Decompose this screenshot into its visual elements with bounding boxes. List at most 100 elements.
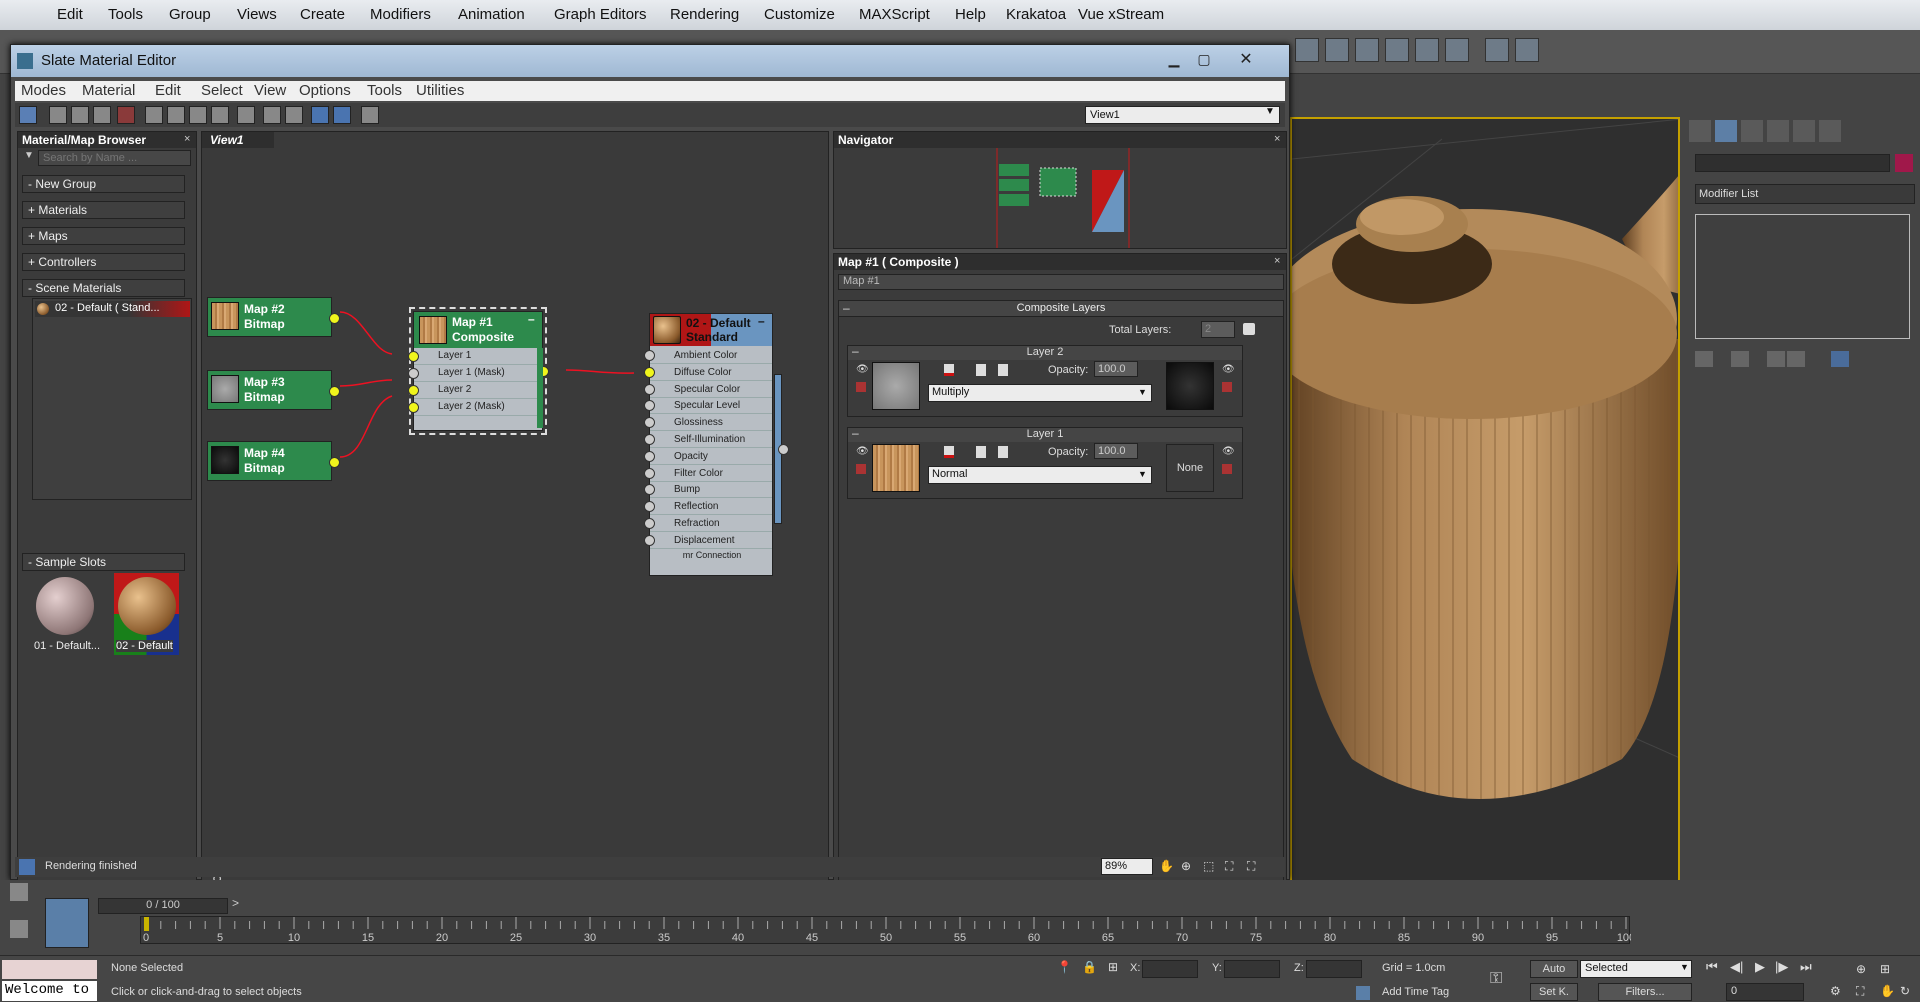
modifier-stack[interactable] bbox=[1695, 214, 1910, 339]
set-key-button[interactable]: Set K. bbox=[1530, 983, 1578, 1001]
put-to-scene-icon[interactable] bbox=[71, 106, 89, 124]
next-frame-icon[interactable]: > bbox=[232, 896, 239, 910]
object-name-field[interactable] bbox=[1695, 154, 1890, 172]
slot-layer1-mask[interactable]: Layer 1 (Mask) bbox=[414, 365, 542, 382]
group-scene-materials[interactable]: - Scene Materials bbox=[22, 279, 185, 297]
group-maps[interactable]: + Maps bbox=[22, 227, 185, 245]
blend-mode-dropdown[interactable]: Normal bbox=[928, 466, 1152, 484]
node-composite[interactable]: Map #1 Composite – Layer 1 Layer 1 (Mask… bbox=[408, 307, 549, 435]
slot-glossiness[interactable]: Glossiness bbox=[644, 415, 772, 432]
slot-layer1[interactable]: Layer 1 bbox=[414, 348, 542, 365]
menu-edit[interactable]: Edit bbox=[57, 6, 83, 23]
show-end-result-icon[interactable] bbox=[1731, 351, 1749, 367]
collapse-icon[interactable]: – bbox=[758, 314, 765, 328]
node-map2[interactable]: Map #2 Bitmap bbox=[207, 297, 340, 337]
menu-utilities[interactable]: Utilities bbox=[416, 82, 464, 99]
parameter-editor-icon[interactable] bbox=[333, 106, 351, 124]
zoom-icon[interactable]: ⊕ bbox=[1856, 962, 1866, 976]
window-titlebar[interactable]: Slate Material Editor ▁ ▢ ✕ bbox=[11, 45, 1289, 77]
close-icon[interactable]: ✕ bbox=[1226, 49, 1266, 69]
display-tab-icon[interactable] bbox=[1793, 120, 1815, 142]
menu-krakatoa[interactable]: Krakatoa bbox=[1006, 6, 1066, 23]
group-controllers[interactable]: + Controllers bbox=[22, 253, 185, 271]
pick-material-icon[interactable] bbox=[49, 106, 67, 124]
copy-layer-icon[interactable] bbox=[976, 446, 986, 458]
key-filters-button[interactable]: Filters... bbox=[1598, 983, 1692, 1001]
zoom-dropdown[interactable]: 89% bbox=[1101, 858, 1153, 875]
fence-select-icon[interactable] bbox=[1355, 38, 1379, 62]
output-socket[interactable] bbox=[329, 386, 340, 397]
checker-background-icon[interactable] bbox=[189, 106, 207, 124]
field-of-view-icon[interactable]: ⛶ bbox=[1856, 984, 1864, 999]
view-selector-dropdown[interactable]: View1 bbox=[1085, 106, 1280, 124]
minimize-icon[interactable]: ▁ bbox=[1161, 51, 1187, 69]
menu-material[interactable]: Material bbox=[82, 82, 135, 99]
menu-vue-xstream[interactable]: Vue xStream bbox=[1078, 6, 1164, 23]
slot-refraction[interactable]: Refraction bbox=[644, 516, 772, 532]
sample-slot[interactable]: 02 - Default bbox=[114, 573, 179, 655]
slot-bump[interactable]: Bump bbox=[644, 482, 772, 499]
key-icon[interactable]: ⚿ bbox=[1490, 970, 1502, 988]
blend-mode-dropdown[interactable]: Multiply bbox=[928, 384, 1152, 402]
mask-visibility-icon[interactable]: 👁 bbox=[1222, 446, 1235, 457]
orbit-icon[interactable]: ↻ bbox=[1900, 984, 1910, 998]
menu-maxscript[interactable]: MAXScript bbox=[859, 6, 930, 23]
list-item[interactable]: 02 - Default ( Stand... bbox=[35, 301, 190, 317]
slot-diffuse-color[interactable]: Diffuse Color bbox=[644, 365, 772, 381]
x-coordinate-field[interactable] bbox=[1142, 960, 1198, 978]
mini-curve-editor-icon[interactable] bbox=[10, 883, 28, 901]
input-socket[interactable] bbox=[408, 385, 419, 396]
modify-tab-icon[interactable] bbox=[1715, 120, 1737, 142]
input-socket[interactable] bbox=[644, 501, 655, 513]
show-map-icon[interactable] bbox=[237, 106, 255, 124]
input-socket[interactable] bbox=[644, 434, 655, 445]
menu-animation[interactable]: Animation bbox=[458, 6, 525, 23]
layer-map-thumbnail[interactable] bbox=[872, 362, 920, 410]
output-socket[interactable] bbox=[329, 457, 340, 468]
copy-layer-icon[interactable] bbox=[976, 364, 986, 376]
move-children-icon[interactable] bbox=[145, 106, 163, 124]
background-icon[interactable] bbox=[211, 106, 229, 124]
key-set-dropdown[interactable]: Selected bbox=[1580, 960, 1692, 978]
menu-help[interactable]: Help bbox=[955, 6, 986, 23]
chevron-down-icon[interactable]: ▼ bbox=[1680, 962, 1689, 972]
menu-customize[interactable]: Customize bbox=[764, 6, 835, 23]
material-map-browser-icon[interactable] bbox=[311, 106, 329, 124]
close-icon[interactable]: × bbox=[1274, 133, 1280, 145]
zoom-extents-icon[interactable]: ⛶ bbox=[1225, 859, 1233, 874]
go-to-start-icon[interactable]: ⏮ bbox=[1706, 959, 1718, 975]
slot-layer2[interactable]: Layer 2 bbox=[414, 382, 542, 399]
close-icon[interactable]: × bbox=[1274, 255, 1280, 267]
input-socket[interactable] bbox=[408, 402, 419, 413]
mask-color-correct-icon[interactable] bbox=[1222, 464, 1232, 474]
current-frame-marker[interactable] bbox=[144, 917, 149, 931]
select-by-name-icon[interactable] bbox=[1325, 38, 1349, 62]
time-tag-icon[interactable] bbox=[1356, 986, 1370, 1000]
rollout-header[interactable]: – Composite Layers bbox=[839, 301, 1283, 317]
browser-search-input[interactable] bbox=[38, 150, 191, 166]
visibility-icon[interactable]: 👁 bbox=[856, 364, 869, 375]
input-socket[interactable] bbox=[644, 417, 655, 429]
output-socket[interactable] bbox=[778, 444, 789, 455]
layer-map-thumbnail[interactable] bbox=[872, 444, 920, 492]
hide-unused-slots-icon[interactable] bbox=[167, 106, 185, 124]
input-socket[interactable] bbox=[644, 366, 655, 378]
input-socket[interactable] bbox=[644, 350, 655, 361]
auto-key-button[interactable]: Auto bbox=[1530, 960, 1578, 978]
layer-mask-thumbnail[interactable] bbox=[1166, 362, 1214, 410]
slot-ambient-color[interactable]: Ambient Color bbox=[644, 348, 772, 364]
shirt-icon[interactable] bbox=[1385, 38, 1409, 62]
add-layer-icon[interactable] bbox=[1243, 323, 1255, 335]
previous-frame-icon[interactable]: ◀| bbox=[1730, 959, 1743, 975]
output-socket[interactable] bbox=[329, 313, 340, 324]
layout-children-icon[interactable] bbox=[285, 106, 303, 124]
current-frame-field[interactable]: 0 bbox=[1726, 983, 1804, 1001]
absolute-mode-icon[interactable]: ⊞ bbox=[1108, 960, 1118, 974]
next-frame-icon[interactable]: |▶ bbox=[1775, 959, 1788, 975]
create-tab-icon[interactable] bbox=[1689, 120, 1711, 142]
slot-specular-color[interactable]: Specular Color bbox=[644, 382, 772, 398]
menu-options[interactable]: Options bbox=[299, 82, 351, 99]
input-socket[interactable] bbox=[644, 383, 655, 395]
delete-layer-icon[interactable] bbox=[944, 446, 954, 458]
slot-filter-color[interactable]: Filter Color bbox=[644, 466, 772, 482]
